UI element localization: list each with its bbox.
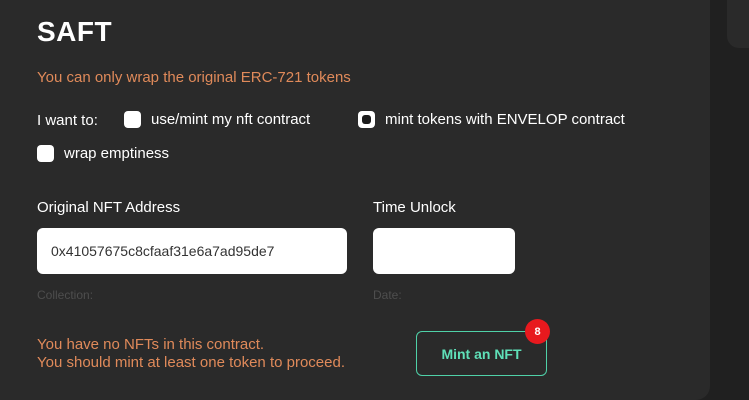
nft-address-input[interactable] (37, 228, 347, 274)
nft-address-label: Original NFT Address (37, 199, 181, 216)
option-wrap-emptiness[interactable]: wrap emptiness (37, 145, 169, 162)
time-unlock-input[interactable] (373, 228, 515, 274)
side-panel-edge (727, 0, 749, 48)
page-title: SAFT (37, 16, 113, 47)
erc721-warning: You can only wrap the original ERC-721 t… (37, 69, 351, 86)
option-mint-envelop-contract[interactable]: mint tokens with ENVELOP contract (358, 111, 625, 128)
option-use-mint-own-contract[interactable]: use/mint my nft contract (124, 111, 310, 128)
saft-card: SAFT You can only wrap the original ERC-… (0, 0, 710, 400)
i-want-to-label: I want to: (37, 112, 98, 129)
checkbox-icon[interactable] (124, 111, 141, 128)
option-label: mint tokens with ENVELOP contract (385, 111, 625, 128)
notification-badge: 8 (525, 319, 550, 344)
date-hint: Date: (373, 288, 402, 302)
option-label: use/mint my nft contract (151, 111, 311, 128)
time-unlock-label: Time Unlock (373, 199, 456, 216)
no-nfts-line-1: You have no NFTs in this contract. (37, 336, 265, 353)
no-nfts-line-2: You should mint at least one token to pr… (37, 354, 345, 371)
option-label: wrap emptiness (64, 145, 170, 162)
no-nfts-message: You have no NFTs in this contract. You s… (37, 336, 345, 372)
checkbox-checked-icon[interactable] (358, 111, 375, 128)
checkbox-icon[interactable] (37, 145, 54, 162)
collection-hint: Collection: (37, 288, 94, 302)
